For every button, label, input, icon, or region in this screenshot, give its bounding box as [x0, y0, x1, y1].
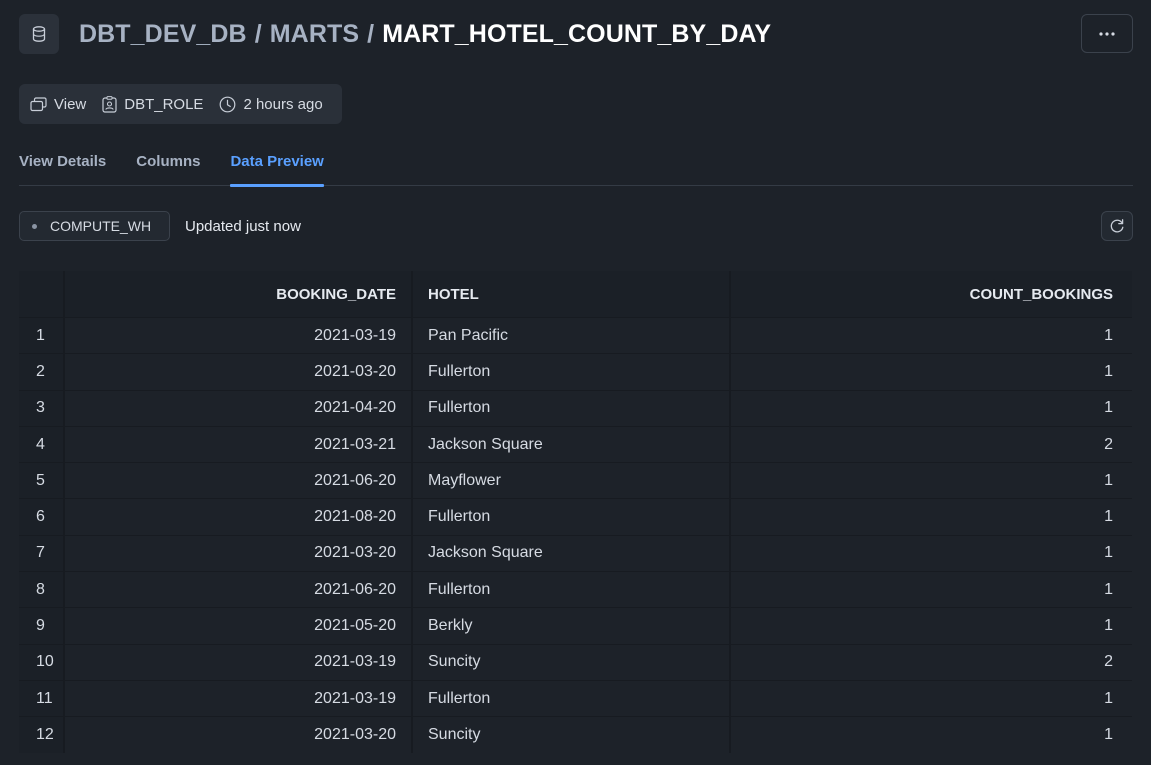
cell-count-bookings[interactable]: 1: [731, 607, 1132, 644]
meta-type-label: View: [54, 95, 87, 113]
cell-count-bookings[interactable]: 1: [731, 389, 1132, 426]
cell-booking-date[interactable]: 2021-04-20: [65, 389, 413, 426]
cell-hotel[interactable]: Fullerton: [413, 353, 731, 390]
cell-booking-date[interactable]: 2021-03-20: [65, 716, 413, 753]
row-index: 12: [19, 716, 65, 753]
table-row: 8 2021-06-20 Fullerton 1: [19, 571, 1132, 608]
table-header-row: BOOKING_DATE HOTEL COUNT_BOOKINGS: [19, 271, 1132, 317]
refresh-icon: [1110, 219, 1124, 233]
table-row: 7 2021-03-20 Jackson Square 1: [19, 534, 1132, 572]
cell-hotel[interactable]: Fullerton: [413, 498, 731, 535]
row-index: 8: [19, 571, 65, 608]
table-row: 4 2021-03-21 Jackson Square 2: [19, 425, 1132, 463]
view-icon: [30, 96, 47, 111]
cell-count-bookings[interactable]: 1: [731, 498, 1132, 535]
cell-hotel[interactable]: Berkly: [413, 607, 731, 644]
cell-hotel[interactable]: Fullerton: [413, 571, 731, 608]
table-body: 1 2021-03-19 Pan Pacific 1 2 2021-03-20 …: [19, 317, 1132, 753]
cell-count-bookings[interactable]: 1: [731, 716, 1132, 753]
database-icon: [19, 14, 59, 54]
cell-hotel[interactable]: Fullerton: [413, 679, 731, 717]
cell-hotel[interactable]: Jackson Square: [413, 425, 731, 463]
breadcrumb-separator: /: [367, 19, 375, 48]
table-row: 12 2021-03-20 Suncity 1: [19, 716, 1132, 753]
cell-booking-date[interactable]: 2021-05-20: [65, 607, 413, 644]
page-title: MART_HOTEL_COUNT_BY_DAY: [382, 19, 772, 48]
cell-booking-date[interactable]: 2021-03-19: [65, 643, 413, 680]
row-index: 3: [19, 389, 65, 426]
column-header-count-bookings[interactable]: COUNT_BOOKINGS: [731, 271, 1132, 317]
row-index: 10: [19, 643, 65, 680]
meta-time-label: 2 hours ago: [243, 95, 323, 113]
tab-bar: View Details Columns Data Preview: [19, 145, 1133, 187]
more-options-button[interactable]: [1081, 14, 1133, 53]
data-preview-table: BOOKING_DATE HOTEL COUNT_BOOKINGS 1 2021…: [19, 271, 1132, 753]
cell-booking-date[interactable]: 2021-03-20: [65, 353, 413, 390]
warehouse-status-dot: [32, 223, 37, 229]
updated-status: Updated just now: [185, 218, 301, 235]
tab-columns[interactable]: Columns: [136, 145, 200, 186]
warehouse-selector[interactable]: COMPUTE_WH: [19, 211, 170, 241]
cell-booking-date[interactable]: 2021-03-19: [65, 679, 413, 717]
cell-hotel[interactable]: Suncity: [413, 716, 731, 753]
breadcrumb-schema[interactable]: MARTS: [270, 20, 359, 49]
cell-count-bookings[interactable]: 1: [731, 571, 1132, 608]
table-row: 5 2021-06-20 Mayflower 1: [19, 462, 1132, 499]
row-index: 4: [19, 425, 65, 463]
cell-hotel[interactable]: Suncity: [413, 643, 731, 680]
tab-view-details[interactable]: View Details: [19, 145, 106, 186]
meta-role: DBT_ROLE: [102, 96, 203, 113]
page: DBT_DEV_DB / MARTS / MART_HOTEL_COUNT_BY…: [0, 0, 1151, 765]
meta-type: View: [30, 96, 86, 113]
cell-hotel[interactable]: Jackson Square: [413, 534, 731, 572]
cell-count-bookings[interactable]: 1: [731, 679, 1132, 717]
cell-hotel[interactable]: Mayflower: [413, 462, 731, 499]
table-row: 1 2021-03-19 Pan Pacific 1: [19, 317, 1132, 354]
column-header-booking-date[interactable]: BOOKING_DATE: [65, 271, 413, 317]
refresh-button[interactable]: [1101, 211, 1133, 241]
table-row: 11 2021-03-19 Fullerton 1: [19, 679, 1132, 717]
tab-data-preview[interactable]: Data Preview: [230, 145, 325, 187]
cell-booking-date[interactable]: 2021-03-19: [65, 317, 413, 354]
cell-booking-date[interactable]: 2021-06-20: [65, 571, 413, 608]
warehouse-label: COMPUTE_WH: [50, 218, 152, 234]
clock-icon: [220, 96, 236, 112]
breadcrumb-separator: /: [254, 19, 262, 48]
row-index: 9: [19, 607, 65, 644]
table-row: 6 2021-08-20 Fullerton 1: [19, 498, 1132, 535]
cell-booking-date[interactable]: 2021-03-21: [65, 425, 413, 463]
cell-booking-date[interactable]: 2021-03-20: [65, 534, 413, 572]
row-index: 1: [19, 317, 65, 354]
cell-count-bookings[interactable]: 1: [731, 462, 1132, 499]
table-row: 2 2021-03-20 Fullerton 1: [19, 353, 1132, 390]
row-index: 2: [19, 353, 65, 390]
row-index: 7: [19, 534, 65, 572]
cell-booking-date[interactable]: 2021-06-20: [65, 462, 413, 499]
cell-count-bookings[interactable]: 2: [731, 425, 1132, 463]
breadcrumb-database[interactable]: DBT_DEV_DB: [79, 20, 247, 49]
column-header-hotel[interactable]: HOTEL: [413, 271, 731, 317]
meta-time: 2 hours ago: [219, 95, 323, 113]
breadcrumb: DBT_DEV_DB / MARTS / MART_HOTEL_COUNT_BY…: [79, 17, 771, 51]
role-badge-icon: [102, 95, 117, 113]
row-index: 6: [19, 498, 65, 535]
cell-booking-date[interactable]: 2021-08-20: [65, 498, 413, 535]
cell-count-bookings[interactable]: 1: [731, 534, 1132, 572]
cell-count-bookings[interactable]: 2: [731, 643, 1132, 680]
table-row: 9 2021-05-20 Berkly 1: [19, 607, 1132, 644]
cell-hotel[interactable]: Fullerton: [413, 389, 731, 426]
cell-hotel[interactable]: Pan Pacific: [413, 317, 731, 354]
row-index: 5: [19, 462, 65, 499]
cell-count-bookings[interactable]: 1: [731, 353, 1132, 390]
meta-role-label: DBT_ROLE: [124, 95, 204, 113]
cell-count-bookings[interactable]: 1: [731, 317, 1132, 354]
table-row: 3 2021-04-20 Fullerton 1: [19, 389, 1132, 426]
table-row: 10 2021-03-19 Suncity 2: [19, 643, 1132, 680]
object-meta-bar: View DBT_ROLE 2 hours ago: [19, 84, 342, 124]
ellipsis-icon: [1099, 31, 1115, 36]
row-index: 11: [19, 679, 65, 717]
column-header-index: [19, 271, 65, 317]
